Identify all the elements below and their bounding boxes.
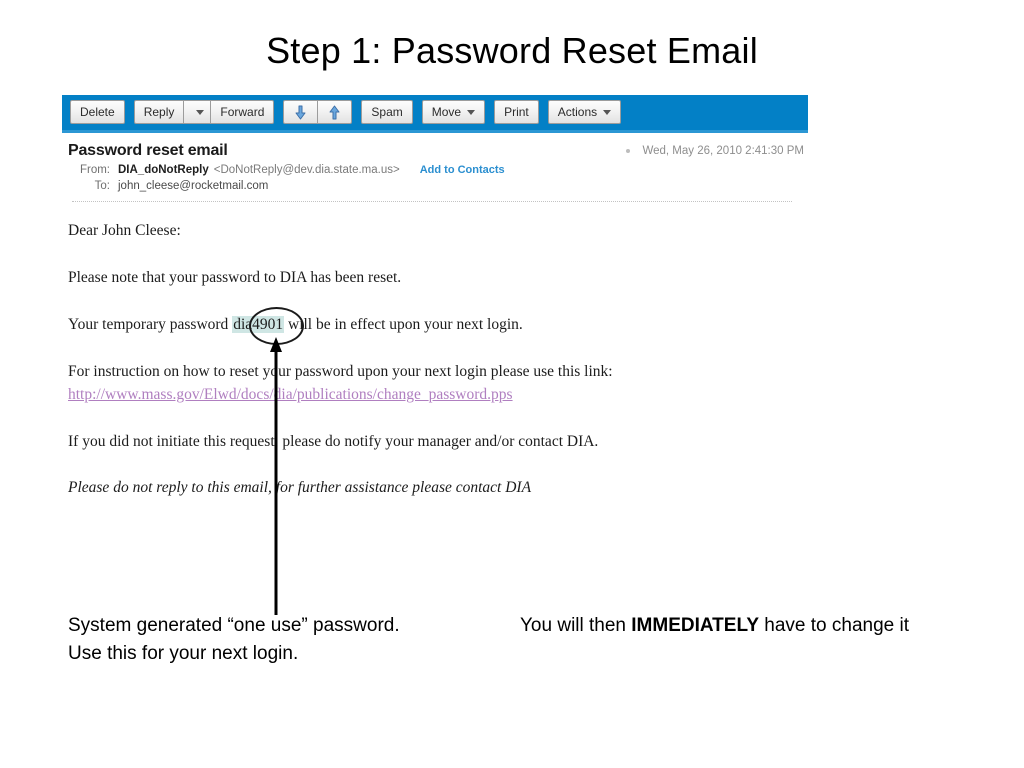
from-sender-address: <DoNotReply@dev.dia.state.ma.us> bbox=[213, 164, 400, 176]
temp-password-suffix: will be in effect upon your next login. bbox=[284, 315, 523, 333]
arrow-up-icon bbox=[329, 105, 340, 119]
chevron-down-icon bbox=[467, 109, 476, 115]
move-down-button[interactable] bbox=[283, 100, 318, 124]
spam-button[interactable]: Spam bbox=[361, 100, 413, 124]
actions-button-label: Actions bbox=[557, 105, 598, 119]
email-message-body: Dear John Cleese: Please note that your … bbox=[62, 206, 808, 508]
from-row: From: DIA_doNotReply <DoNotReply@dev.dia… bbox=[68, 164, 796, 176]
move-button[interactable]: Move bbox=[421, 100, 486, 124]
add-to-contacts-link[interactable]: Add to Contacts bbox=[420, 164, 505, 176]
to-row: To: john_cleese@rocketmail.com bbox=[68, 180, 796, 192]
body-greeting: Dear John Cleese: bbox=[68, 222, 181, 239]
body-instruction-line: For instruction on how to reset your pas… bbox=[68, 362, 613, 380]
body-reset-notice: Please note that your password to DIA ha… bbox=[68, 268, 402, 286]
body-temp-password-line: Your temporary password dia4901 will be … bbox=[68, 315, 802, 335]
print-button[interactable]: Print bbox=[494, 100, 539, 124]
from-sender-name: DIA_doNotReply bbox=[118, 164, 209, 176]
chevron-down-icon bbox=[603, 109, 612, 115]
print-button-group: Print bbox=[494, 100, 539, 124]
move-arrows-button-group bbox=[283, 100, 353, 124]
temp-password-prefix: Your temporary password bbox=[68, 315, 233, 333]
to-label: To: bbox=[94, 180, 110, 192]
reply-button[interactable]: Reply bbox=[133, 100, 184, 124]
change-password-link[interactable]: http://www.mass.gov/Elwd/docs/dia/public… bbox=[68, 386, 513, 403]
reply-dropdown-button[interactable] bbox=[183, 100, 211, 124]
header-divider bbox=[72, 201, 792, 202]
message-date: Wed, May 26, 2010 2:41:30 PM bbox=[642, 145, 804, 157]
delete-button-group: Delete bbox=[70, 100, 125, 124]
to-recipient-address: john_cleese@rocketmail.com bbox=[118, 180, 269, 192]
chevron-down-icon bbox=[196, 109, 205, 115]
reply-forward-button-group: Reply Forward bbox=[133, 100, 275, 124]
spam-button-group: Spam bbox=[361, 100, 413, 124]
email-message-header: Password reset email Wed, May 26, 2010 2… bbox=[62, 133, 808, 206]
annotation-right-prefix: You will then bbox=[520, 615, 632, 636]
move-up-button[interactable] bbox=[317, 100, 353, 124]
delete-button[interactable]: Delete bbox=[70, 100, 125, 124]
annotation-left-text: System generated “one use” password. Use… bbox=[68, 615, 400, 664]
annotation-right-text: You will then IMMEDIATELY have to change… bbox=[520, 612, 920, 640]
arrow-down-icon bbox=[295, 105, 306, 119]
email-toolbar: Delete Reply Forward Spam Move Print Act… bbox=[62, 95, 808, 133]
from-label: From: bbox=[79, 164, 110, 176]
temporary-password-value: dia4901 bbox=[232, 315, 285, 333]
actions-button[interactable]: Actions bbox=[547, 100, 622, 124]
move-button-label: Move bbox=[431, 105, 462, 119]
annotation-right-suffix: have to change it bbox=[759, 615, 909, 636]
actions-button-group: Actions bbox=[547, 100, 622, 124]
move-button-group: Move bbox=[421, 100, 486, 124]
message-subject: Password reset email bbox=[68, 142, 228, 159]
body-no-reply-line: Please do not reply to this email, for f… bbox=[68, 479, 532, 497]
email-client-screenshot: Delete Reply Forward Spam Move Print Act… bbox=[62, 95, 808, 509]
message-date-container: Wed, May 26, 2010 2:41:30 PM bbox=[626, 145, 804, 157]
dot-icon bbox=[626, 149, 631, 153]
forward-button[interactable]: Forward bbox=[210, 100, 275, 124]
body-not-initiated-line: If you did not initiate this request, pl… bbox=[68, 432, 599, 450]
page-title: Step 1: Password Reset Email bbox=[266, 30, 758, 71]
annotation-right-emphasis: IMMEDIATELY bbox=[631, 615, 759, 636]
